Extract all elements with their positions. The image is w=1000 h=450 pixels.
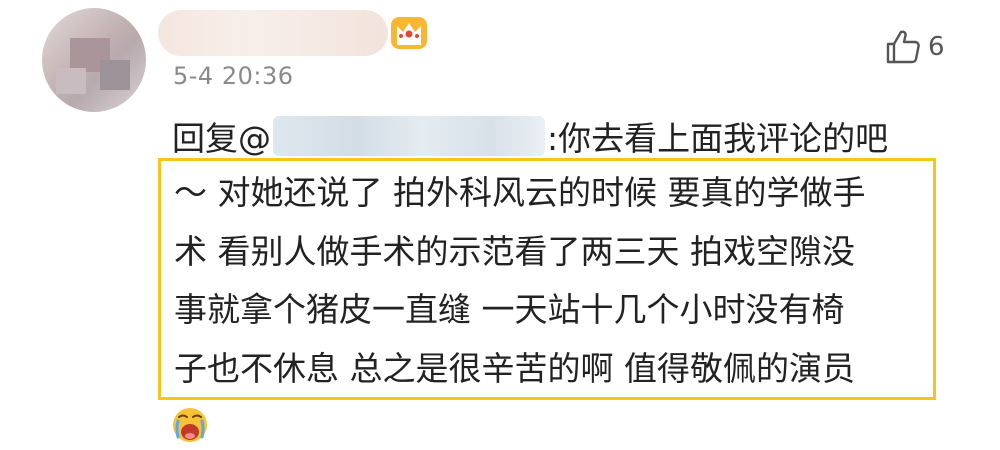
thumbs-up-icon — [886, 30, 920, 64]
like-count: 6 — [928, 32, 945, 62]
comment-body-line: 事就拿个猪皮一直缝 一天站十几个小时没有椅 — [174, 290, 845, 329]
avatar-pixel-block — [56, 68, 86, 94]
comment-body-line: ～ 对她还说了 拍外科风云的时候 要真的学做手 — [174, 173, 866, 212]
reply-header: 回复@ :你去看上面我评论的吧 — [172, 114, 888, 158]
comment-body: ～ 对她还说了 拍外科风云的时候 要真的学做手 术 看别人做手术的示范看了两三天… — [174, 164, 944, 398]
like-button[interactable]: 6 — [884, 25, 945, 69]
avatar[interactable] — [42, 8, 146, 112]
username-blurred[interactable] — [158, 10, 388, 56]
crying-face-emoji-icon — [173, 408, 207, 442]
mention-username-blurred[interactable] — [273, 116, 545, 156]
comment-timestamp: 5-4 20:36 — [173, 62, 294, 90]
comment-body-line: 术 看别人做手术的示范看了两三天 拍戏空隙没 — [174, 231, 855, 271]
comment-body-line: 子也不休息 总之是很辛苦的啊 值得敬佩的演员 — [174, 348, 855, 388]
reply-suffix: :你去看上面我评论的吧 — [547, 119, 889, 158]
reply-prefix: 回复@ — [172, 119, 271, 158]
crown-icon — [391, 17, 427, 49]
avatar-pixel-block — [100, 60, 130, 90]
